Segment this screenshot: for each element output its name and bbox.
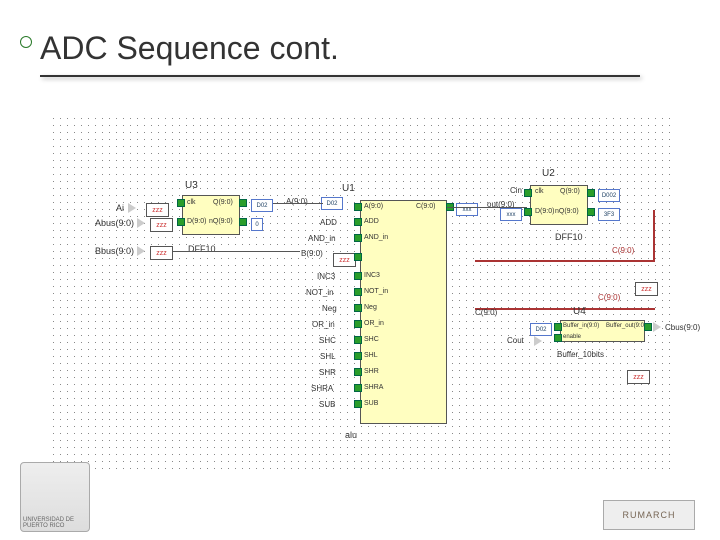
u4-en: enable — [563, 334, 581, 340]
net-d002: D002 — [598, 189, 620, 202]
buffer-cout-icon — [534, 336, 542, 346]
sig-c3: C(9:0) — [475, 308, 497, 317]
net-zzz-c1: zzz — [635, 282, 658, 296]
u4-type: Buffer_10bits — [557, 350, 604, 359]
u1-l7: OR_in — [312, 320, 335, 329]
sig-cbus: Cbus(9:0) — [665, 323, 700, 332]
u1-type: alu — [345, 430, 357, 440]
sig-cout: Cout — [507, 336, 524, 345]
u1-r2: AND_in — [364, 234, 388, 241]
u1-l6: Neg — [322, 304, 337, 313]
u3-clk: clk — [187, 199, 196, 206]
page-title: ADC Sequence cont. — [40, 30, 339, 67]
net-zzz-1: zzz — [146, 203, 169, 217]
net-zzz-c2: zzz — [627, 370, 650, 384]
sig-c1: C(9:0) — [612, 246, 634, 255]
u1-r9: SHL — [364, 352, 378, 359]
u4-in: Buffer_in(9:0) — [563, 323, 599, 329]
buffer-abus-icon — [137, 218, 145, 228]
u1-r0: A(9:0) — [364, 203, 383, 210]
net-d02-3: D02 — [530, 323, 552, 336]
u1-r8: SHC — [364, 336, 379, 343]
u1-l5: NOT_in — [306, 288, 334, 297]
u3-type: DFF10 — [188, 244, 216, 254]
buffer-ai-icon — [128, 203, 136, 213]
sig-cin: Cin — [510, 186, 522, 195]
u2-d: D(9:0) — [535, 208, 554, 215]
u1-r1: ADD — [364, 218, 379, 225]
u1-r6: Neg — [364, 304, 377, 311]
u3-q: Q(9:0) — [213, 199, 233, 206]
net-zzz-b: zzz — [333, 253, 356, 267]
u1-cout: C(9:0) — [416, 203, 435, 210]
u1-r10: SHR — [364, 368, 379, 375]
sig-bbus: Bbus(9:0) — [95, 246, 134, 256]
u4-out: Buffer_out(9:0) — [606, 323, 646, 329]
u1-l2: AND_in — [308, 234, 336, 243]
buffer-cbus-icon — [653, 322, 661, 332]
buffer-bbus-icon — [137, 246, 145, 256]
sig-c2: C(9:0) — [598, 293, 620, 302]
u1-l9: SHL — [320, 352, 336, 361]
net-zzz-2: zzz — [150, 218, 173, 232]
u4-ref: U4 — [573, 306, 586, 317]
u2-clk: clk — [535, 188, 544, 195]
u2-type: DFF10 — [555, 232, 583, 242]
u1-r5: NOT_in — [364, 288, 388, 295]
sig-ai: Ai — [116, 203, 124, 213]
u2-ref: U2 — [542, 168, 555, 179]
u1-l4: INC3 — [317, 272, 335, 281]
u1-l3: B(9:0) — [301, 249, 323, 258]
net-d02-2: D02 — [321, 197, 343, 210]
net-xxx-1: xxx — [456, 203, 478, 216]
u1-r4: INC3 — [364, 272, 380, 279]
u2-q: Q(9:0) — [560, 188, 580, 195]
logo-right: RUMARCH — [603, 500, 695, 530]
title-underline — [40, 75, 640, 77]
u2-nq: nQ(9:0) — [555, 208, 579, 215]
u1-l10: SHR — [319, 368, 336, 377]
u1-r11: SHRA — [364, 384, 383, 391]
net-q-u3: 0 — [251, 218, 263, 231]
u1-l8: SHC — [319, 336, 336, 345]
u1-l12: SUB — [319, 400, 335, 409]
net-d02-1: D02 — [251, 199, 273, 212]
u1-r12: SUB — [364, 400, 378, 407]
u3-d: D(9:0) — [187, 218, 206, 225]
u3-ref: U3 — [185, 180, 198, 191]
u1-ref: U1 — [342, 183, 355, 194]
sig-abus: Abus(9:0) — [95, 218, 134, 228]
u1-r7: OR_in — [364, 320, 384, 327]
u1-l11: SHRA — [311, 384, 333, 393]
net-xxx-2: xxx — [500, 208, 522, 221]
net-3f3: 3F3 — [598, 208, 620, 221]
u1-l1: ADD — [320, 218, 337, 227]
u1-a-label: A(9:0) — [286, 197, 308, 206]
logo-left: UNIVERSIDAD DE PUERTO RICO — [20, 462, 90, 532]
net-zzz-3: zzz — [150, 246, 173, 260]
u3-nq: nQ(9:0) — [209, 218, 233, 225]
